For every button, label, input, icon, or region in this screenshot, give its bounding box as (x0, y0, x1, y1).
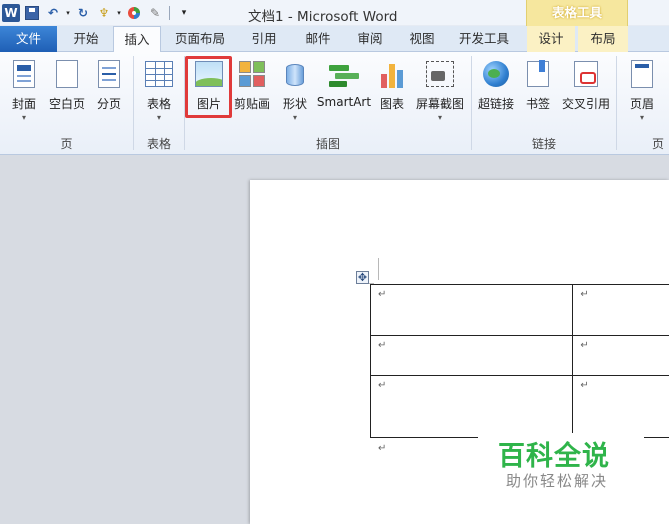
smartart-icon (328, 58, 360, 90)
table-cell[interactable]: ↵ (369, 335, 574, 376)
header-icon (626, 58, 658, 90)
table-button[interactable]: 表格 ▾ (141, 54, 177, 124)
chevron-down-icon: ▾ (21, 113, 26, 122)
margin-mark-vertical (378, 258, 379, 280)
toolbar-separator (169, 6, 170, 20)
tab-developer[interactable]: 开发工具 (452, 26, 516, 52)
screenshot-icon (424, 58, 456, 90)
table-move-handle-icon[interactable]: ✥ (356, 271, 369, 284)
cross-reference-icon (570, 58, 602, 90)
chart-button[interactable]: 图表 (376, 54, 408, 124)
tab-view[interactable]: 视图 (400, 26, 444, 52)
tab-insert[interactable]: 插入 (113, 26, 161, 53)
tab-table-design[interactable]: 设计 (527, 26, 575, 52)
table-tools-header: 表格工具 (526, 0, 628, 26)
table-cell[interactable]: ↵ (572, 335, 669, 376)
group-label-table: 表格 (146, 137, 171, 151)
header-button[interactable]: 页眉 ▾ (626, 54, 658, 124)
group-label-header-footer: 页 (652, 137, 665, 151)
title-bar: W ↶ ▾ ↻ ♆ ▾ ✎ ▾ 文档1 - Microsoft Word 表格工… (0, 0, 669, 26)
window-title: 文档1 - Microsoft Word (248, 9, 398, 25)
group-label-illustrations: 插图 (315, 137, 340, 151)
page-break-icon (93, 58, 125, 90)
tab-mailings[interactable]: 邮件 (296, 26, 340, 52)
format-painter-icon[interactable]: ♆ (95, 4, 113, 22)
shapes-button[interactable]: 形状 ▾ (278, 54, 312, 124)
blank-page-icon (51, 58, 83, 90)
chevron-down-icon: ▾ (292, 113, 297, 122)
group-label-links: 链接 (531, 137, 556, 151)
watermark-subtitle: 助你轻松解决 (506, 472, 609, 490)
group-separator (616, 56, 617, 150)
chevron-down-icon: ▾ (639, 113, 644, 122)
clip-art-button[interactable]: 剪贴画 (232, 54, 272, 124)
table-cell[interactable]: ↵ (572, 375, 669, 438)
hyperlink-button[interactable]: 超链接 (476, 54, 516, 124)
table-row: ↵ ↵ (369, 375, 669, 438)
globe-icon (480, 58, 512, 90)
bookmark-button[interactable]: 书签 (522, 54, 554, 124)
ribbon-insert: 封面 ▾ 空白页 分页 页 表格 ▾ 表格 图片 剪贴画 形状 ▾ SmartA… (0, 52, 669, 155)
color-icon[interactable] (125, 4, 143, 22)
ribbon-tab-row: 文件 开始 插入 页面布局 引用 邮件 审阅 视图 开发工具 设计 布局 (0, 26, 669, 53)
undo-icon[interactable]: ↶ (44, 4, 62, 22)
table-icon (143, 58, 175, 90)
paragraph-mark: ↵ (378, 443, 387, 454)
table-row: ↵ ↵ (369, 284, 669, 336)
document-table[interactable]: ↵ ↵ ↵ ↵ ↵ ↵ (369, 284, 669, 438)
blank-page-button[interactable]: 空白页 (46, 54, 88, 124)
customize-icon[interactable]: ▾ (175, 4, 193, 22)
table-cell[interactable]: ↵ (369, 284, 574, 336)
cross-reference-button[interactable]: 交叉引用 (560, 54, 612, 124)
clip-art-icon (236, 58, 268, 90)
tab-home[interactable]: 开始 (62, 26, 110, 52)
undo-dropdown-icon[interactable]: ▾ (65, 4, 71, 22)
word-logo-icon[interactable]: W (2, 4, 20, 22)
watermark-title: 百科全说 (498, 441, 610, 472)
tab-table-layout[interactable]: 布局 (578, 26, 628, 52)
page-break-button[interactable]: 分页 (92, 54, 126, 124)
table-row: ↵ ↵ (369, 335, 669, 376)
watermark-logo: 百科全说 助你轻松解决 (478, 433, 644, 493)
table-cell[interactable]: ↵ (369, 375, 574, 438)
tab-file[interactable]: 文件 (0, 26, 57, 52)
screenshot-button[interactable]: 屏幕截图 ▾ (414, 54, 466, 124)
quick-access-toolbar: W ↶ ▾ ↻ ♆ ▾ ✎ ▾ (2, 3, 193, 23)
chevron-down-icon: ▾ (156, 113, 161, 122)
smartart-button[interactable]: SmartArt (316, 54, 372, 124)
cover-page-button[interactable]: 封面 ▾ (6, 54, 42, 124)
group-label-pages: 页 (60, 137, 73, 151)
bookmark-icon (522, 58, 554, 90)
tab-references[interactable]: 引用 (242, 26, 286, 52)
redo-icon[interactable]: ↻ (74, 4, 92, 22)
picture-button-highlight (185, 56, 232, 118)
cover-page-icon (8, 58, 40, 90)
table-cell[interactable]: ↵ (572, 284, 669, 336)
tab-page-layout[interactable]: 页面布局 (168, 26, 232, 52)
chart-icon (376, 58, 408, 90)
eraser-icon[interactable]: ✎ (146, 4, 164, 22)
shapes-icon (279, 58, 311, 90)
tab-review[interactable]: 审阅 (348, 26, 392, 52)
save-icon[interactable] (23, 4, 41, 22)
chevron-down-icon: ▾ (437, 113, 442, 122)
format-dropdown-icon[interactable]: ▾ (116, 4, 122, 22)
